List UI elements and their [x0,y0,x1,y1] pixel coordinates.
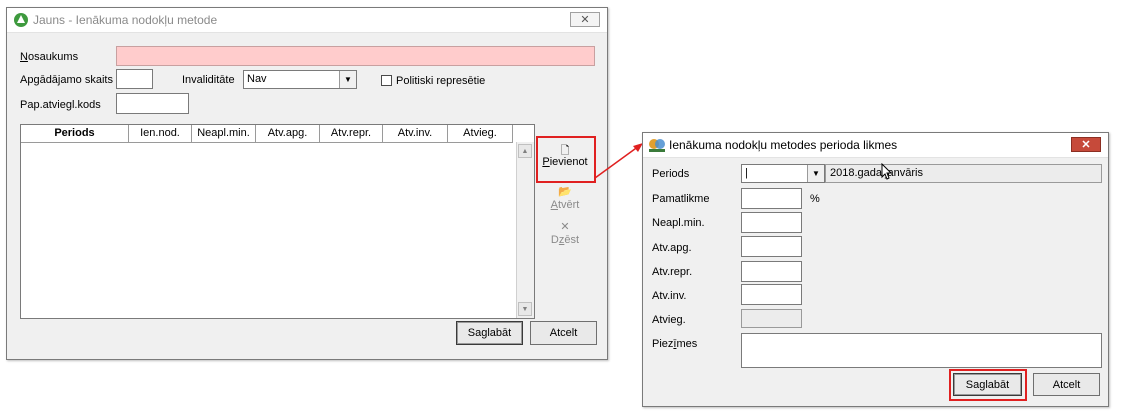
column-header[interactable]: Atv.inv. [383,125,448,142]
politically-repressed-label: Politiski represētie [396,75,486,87]
disability-relief-input[interactable] [741,284,802,305]
dependents-count-input[interactable] [116,69,153,89]
notes-textarea[interactable] [741,333,1102,368]
period-display: 2018.gada janvāris [825,164,1102,183]
column-header[interactable]: Neapl.min. [192,125,256,142]
column-header[interactable]: Periods [21,125,129,142]
close-button[interactable]: ✕ [1071,137,1101,152]
cancel-button[interactable]: Atcelt [1033,373,1100,396]
column-header[interactable]: Atvieg. [448,125,513,142]
scroll-down-icon[interactable]: ▼ [518,302,532,316]
base-rate-input[interactable] [741,188,802,209]
dependent-relief-label: Atv.apg. [652,242,692,254]
new-income-tax-method-window: Jauns - Ienākuma nodokļu metode ✕ Nosauk… [6,7,608,360]
open-button[interactable]: 📂 Atvērt [540,185,590,211]
table-header: Periods Ien.nod. Neapl.min. Atv.apg. Atv… [21,125,513,143]
cancel-button-label: Atcelt [1052,378,1081,391]
delete-button[interactable]: ✕ Dzēst [540,220,590,246]
repressed-relief-input[interactable] [741,261,802,282]
period-rates-window: Ienākuma nodokļu metodes perioda likmes … [642,132,1109,407]
dependent-relief-input[interactable] [741,236,802,257]
app-logo-icon [649,139,665,152]
window-title: Jauns - Ienākuma nodokļu metode [33,13,218,27]
repressed-relief-label: Atv.repr. [652,266,693,278]
title-bar[interactable]: Jauns - Ienākuma nodokļu metode ✕ [7,8,607,33]
dependents-count-label: Apgādājamo skaits [20,74,113,86]
politically-repressed-checkbox[interactable] [381,75,392,86]
save-button-label: Saglabāt [467,327,512,339]
chevron-down-icon[interactable]: ▼ [807,165,824,182]
period-display-text: 2018.gada janvāris [830,167,923,179]
base-rate-label: Pamatlikme [652,193,710,205]
name-input[interactable] [116,46,595,66]
annotation-arrow [594,143,643,179]
disability-label: Invaliditāte [182,74,235,86]
highlight-save-button [949,369,1027,401]
column-header[interactable]: Atv.repr. [320,125,383,142]
relief-label: Atvieg. [652,314,686,326]
folder-open-icon: 📂 [558,186,572,198]
column-header[interactable]: Ien.nod. [129,125,192,142]
highlight-add-button [536,136,596,183]
period-label: Periods [652,168,690,180]
name-label: Nosaukums [20,51,79,63]
disability-relief-label: Atv.inv. [652,290,687,302]
delete-x-icon: ✕ [560,221,570,233]
periods-table[interactable]: Periods Ien.nod. Neapl.min. Atv.apg. Atv… [20,124,535,319]
non-taxable-min-label: Neapl.min. [652,217,705,229]
window-title: Ienākuma nodokļu metodes perioda likmes [669,138,898,152]
scroll-up-icon[interactable]: ▲ [518,144,532,158]
extra-relief-code-input[interactable] [116,93,189,114]
relief-input [741,309,802,328]
cancel-button[interactable]: Atcelt [530,321,597,345]
column-header[interactable]: Atv.apg. [256,125,320,142]
vertical-scrollbar[interactable]: ▲ ▼ [516,142,534,318]
app-logo-icon [14,13,28,27]
title-bar[interactable]: Ienākuma nodokļu metodes perioda likmes … [643,133,1108,158]
extra-relief-code-label: Pap.atviegl.kods [20,99,101,111]
mouse-cursor-icon [881,163,893,180]
disability-value: Nav [247,73,267,85]
close-icon: ✕ [1081,139,1091,151]
delete-button-label: Dzēst [550,234,580,246]
period-select[interactable]: | ▼ [741,164,825,183]
percent-sign: % [810,193,820,205]
cancel-button-label: Atcelt [549,327,578,339]
period-select-value: | [745,167,748,179]
open-button-label: Atvērt [550,199,580,211]
disability-select[interactable]: Nav ▼ [243,70,357,89]
save-button[interactable]: Saglabāt [456,321,523,345]
notes-label: Piezīmes [652,338,698,350]
chevron-down-icon[interactable]: ▼ [339,71,356,88]
non-taxable-min-input[interactable] [741,212,802,233]
close-button[interactable]: ✕ [570,12,600,27]
close-icon: ✕ [580,14,590,26]
